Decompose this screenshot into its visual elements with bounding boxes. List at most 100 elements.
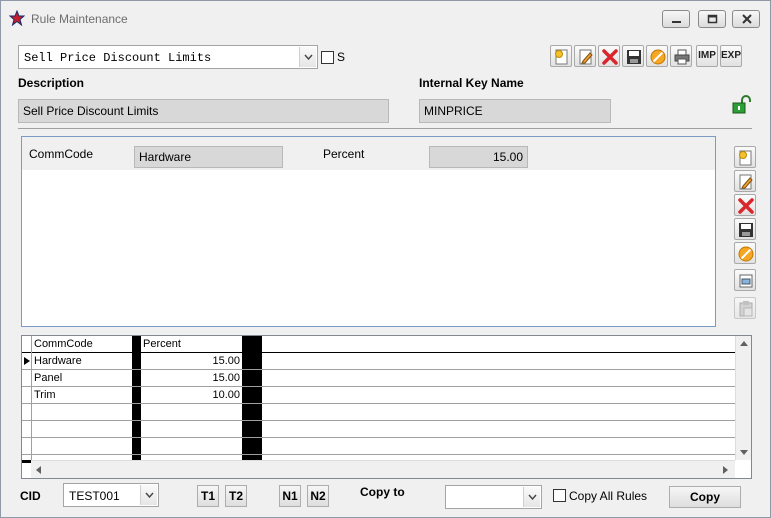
copy-button[interactable]: Copy <box>669 486 741 508</box>
chevron-down-icon <box>304 54 313 60</box>
t2-button[interactable]: T2 <box>225 485 247 507</box>
side-new-button[interactable] <box>734 146 756 168</box>
new-icon <box>739 150 752 166</box>
unlock-button[interactable] <box>730 95 752 115</box>
percent-field[interactable]: 15.00 <box>429 146 528 168</box>
detail-row: CommCode Hardware Percent 15.00 <box>22 137 715 170</box>
grid-row-line <box>22 386 735 387</box>
cid-select[interactable]: TEST001 <box>63 483 159 507</box>
side-cancel-button[interactable] <box>734 242 756 264</box>
vertical-scrollbar[interactable] <box>735 336 751 460</box>
chevron-down-icon <box>528 494 537 500</box>
minimize-icon <box>672 21 681 23</box>
maximize-icon <box>707 14 718 24</box>
cid-label: CID <box>20 489 41 503</box>
edit-icon <box>579 49 593 65</box>
delete-button[interactable] <box>598 45 620 67</box>
side-paste-button[interactable] <box>734 297 756 319</box>
close-button[interactable] <box>732 10 760 28</box>
rule-maintenance-window: Rule Maintenance Sell Price Discount Lim… <box>0 0 771 518</box>
import-button[interactable]: IMP <box>696 45 718 67</box>
close-icon <box>742 14 752 24</box>
grid-cell-commcode[interactable]: Trim <box>34 389 56 401</box>
edit-button[interactable] <box>574 45 596 67</box>
rule-select-value: Sell Price Discount Limits <box>24 51 212 65</box>
cancel-icon <box>738 246 754 262</box>
grid-cell-commcode[interactable]: Panel <box>34 372 62 384</box>
scroll-left-icon[interactable] <box>36 466 41 474</box>
rule-select-dropdown-button[interactable] <box>299 47 316 67</box>
section-divider <box>18 128 752 129</box>
grid-header-commcode[interactable]: CommCode <box>34 338 93 350</box>
minimize-button[interactable] <box>662 10 690 28</box>
grid-cell-percent[interactable]: 15.00 <box>143 355 240 367</box>
print-button[interactable] <box>670 45 692 67</box>
n1-button[interactable]: N1 <box>279 485 301 507</box>
side-delete-button[interactable] <box>734 194 756 216</box>
delete-icon <box>738 198 754 214</box>
percent-label: Percent <box>323 147 365 161</box>
current-row-indicator-icon <box>24 357 30 365</box>
new-icon <box>555 49 568 65</box>
scroll-right-icon[interactable] <box>723 466 728 474</box>
grid-corner <box>22 460 31 463</box>
internal-key-field[interactable]: MINPRICE <box>419 99 611 123</box>
grid-cell-percent[interactable]: 15.00 <box>143 372 240 384</box>
grid-row-line <box>22 403 735 404</box>
save-icon <box>627 50 641 64</box>
grid-header-percent[interactable]: Percent <box>143 338 181 350</box>
copy-to-dropdown-button[interactable] <box>523 487 540 507</box>
copy-all-rules-checkbox[interactable] <box>553 489 566 502</box>
cancel-button[interactable] <box>646 45 668 67</box>
unlock-icon <box>732 95 751 114</box>
cid-dropdown-button[interactable] <box>140 485 157 505</box>
rule-select[interactable]: Sell Price Discount Limits <box>18 45 318 69</box>
copy-to-select[interactable] <box>445 485 542 509</box>
grid-header-line <box>22 352 735 353</box>
s-checkbox-label: S <box>337 50 346 64</box>
grid-row-line <box>22 420 735 421</box>
t1-button[interactable]: T1 <box>197 485 219 507</box>
print-icon <box>674 49 690 65</box>
side-edit-button[interactable] <box>734 170 756 192</box>
new-button[interactable] <box>550 45 572 67</box>
grid-cell-percent[interactable]: 10.00 <box>143 389 240 401</box>
grid-column-separator <box>242 336 262 460</box>
side-copy-record-button[interactable] <box>734 269 756 291</box>
s-checkbox[interactable] <box>321 51 334 64</box>
chevron-down-icon <box>145 492 154 498</box>
description-label: Description <box>18 76 85 90</box>
grid-row-line <box>22 437 735 438</box>
horizontal-scrollbar[interactable] <box>31 460 735 478</box>
detail-panel: CommCode Hardware Percent 15.00 <box>21 136 716 327</box>
paste-icon <box>739 301 753 317</box>
copy-all-rules-label: Copy All Rules <box>569 489 648 503</box>
grid-row-line <box>22 454 735 455</box>
scroll-up-icon[interactable] <box>740 341 748 346</box>
grid-row-header-separator <box>31 336 32 460</box>
delete-icon <box>602 49 618 65</box>
commcode-field[interactable]: Hardware <box>134 146 283 168</box>
maximize-button[interactable] <box>698 10 726 28</box>
title-bar: Rule Maintenance <box>1 1 770 33</box>
rules-grid: CommCode Percent Hardware 15.00 Panel 15… <box>21 335 752 479</box>
description-field[interactable]: Sell Price Discount Limits <box>18 99 389 123</box>
commcode-label: CommCode <box>29 147 94 161</box>
copy-record-icon <box>739 274 753 288</box>
star-icon <box>8 9 26 27</box>
grid-column-separator <box>132 336 141 460</box>
grid-cell-commcode[interactable]: Hardware <box>34 355 82 367</box>
window-title: Rule Maintenance <box>31 12 128 26</box>
cid-select-value: TEST001 <box>69 489 120 503</box>
grid-row-line <box>22 369 735 370</box>
cancel-icon <box>650 49 666 65</box>
side-save-button[interactable] <box>734 218 756 240</box>
internal-key-label: Internal Key Name <box>419 76 524 90</box>
save-button[interactable] <box>622 45 644 67</box>
scroll-down-icon[interactable] <box>740 450 748 455</box>
save-icon <box>739 223 753 237</box>
copy-to-label: Copy to <box>360 485 405 499</box>
edit-icon <box>739 174 753 190</box>
export-button[interactable]: EXP <box>720 45 742 67</box>
n2-button[interactable]: N2 <box>307 485 329 507</box>
